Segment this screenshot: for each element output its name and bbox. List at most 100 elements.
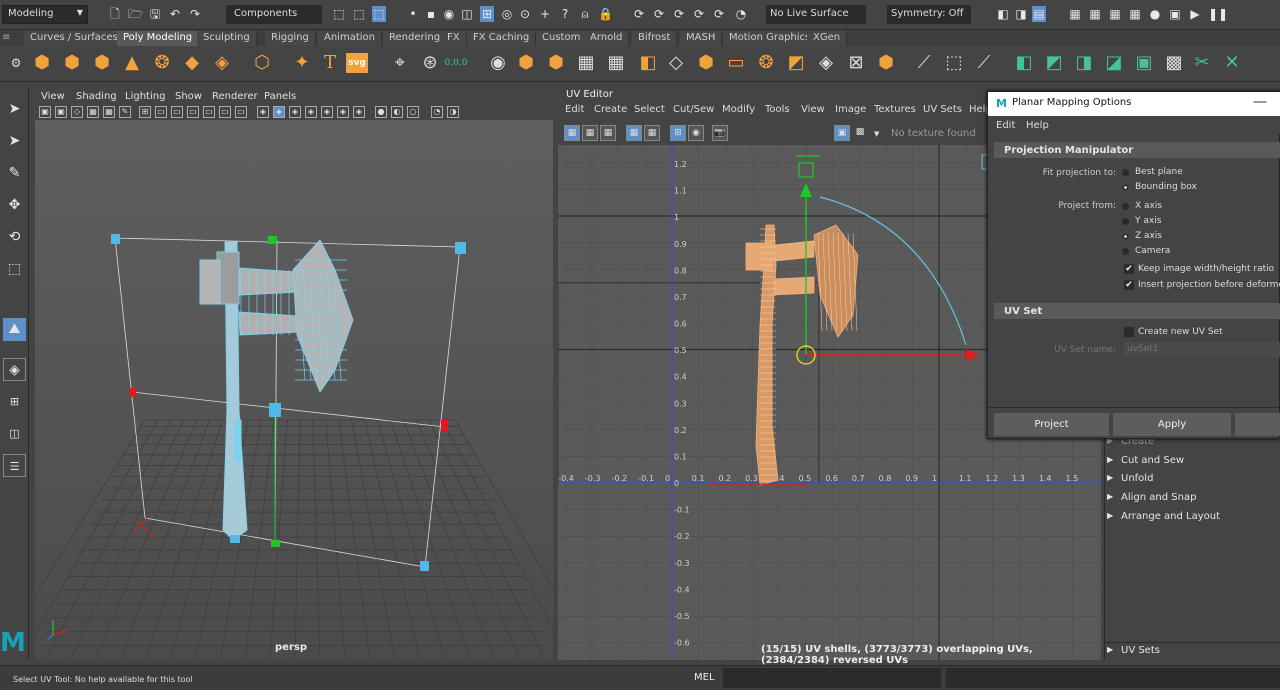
- section-unfold[interactable]: ▶ Unfold: [1107, 473, 1153, 484]
- reflection-icon[interactable]: ⟳: [692, 6, 706, 22]
- tab-rigging[interactable]: Rigging: [265, 31, 316, 46]
- component-selector[interactable]: Components: [226, 5, 322, 24]
- isolate-select-icon[interactable]: ●: [375, 106, 387, 118]
- uv-manip-v-scale-handle[interactable]: [798, 162, 814, 178]
- bounding-box-icon[interactable]: ⬚: [942, 51, 966, 75]
- snap-curve-icon[interactable]: ◎: [500, 6, 514, 22]
- uv-menu-uv-sets[interactable]: UV Sets: [923, 104, 962, 115]
- arnold-render-icon[interactable]: ▣: [1168, 6, 1182, 22]
- tab-custom[interactable]: Custom: [536, 31, 588, 46]
- section-projection-manipulator[interactable]: Projection Manipulator: [994, 142, 1280, 158]
- xray-icon[interactable]: ◐: [391, 106, 403, 118]
- render-settings-icon[interactable]: ▦: [1128, 6, 1142, 22]
- uv-spherical-icon[interactable]: ◨: [1072, 51, 1096, 75]
- resolution-gate-icon[interactable]: ▭: [171, 106, 183, 118]
- uv-menu-tools[interactable]: Tools: [765, 104, 790, 115]
- uv-move-icon[interactable]: ▦: [582, 125, 598, 141]
- uv-manip-v-arrow[interactable]: [800, 183, 812, 197]
- textured-icon[interactable]: ◈: [305, 106, 317, 118]
- manipulator-edge-handle[interactable]: [441, 420, 448, 431]
- uv-tool-icon[interactable]: ⛰: [3, 318, 26, 341]
- uv-cylindrical-icon[interactable]: ◩: [1042, 51, 1066, 75]
- xray-joints-icon[interactable]: ○: [407, 106, 419, 118]
- uv-unfold-icon[interactable]: ✂: [1190, 51, 1214, 75]
- two-pane-layout-icon[interactable]: ◫: [3, 422, 26, 445]
- merge-icon[interactable]: ▭: [724, 51, 748, 75]
- shelf-gear-icon[interactable]: ⚙: [4, 51, 28, 75]
- uv-planar-icon[interactable]: ◧: [1012, 51, 1036, 75]
- append-icon[interactable]: ◇: [664, 51, 688, 75]
- tab-fx-caching[interactable]: FX Caching: [467, 31, 537, 46]
- tab-fx[interactable]: FX: [441, 31, 467, 46]
- snap-grid-icon[interactable]: ⊞: [480, 6, 494, 22]
- open-scene-icon[interactable]: 🗁: [128, 6, 143, 22]
- symmetry-selector[interactable]: Symmetry: Off: [887, 5, 971, 24]
- manipulator-edge-handle[interactable]: [130, 388, 136, 397]
- section-align-and-snap[interactable]: ▶ Align and Snap: [1107, 492, 1196, 503]
- radio-y-axis[interactable]: [1122, 218, 1129, 225]
- viewport-menu-view[interactable]: View: [41, 91, 65, 102]
- tab-animation[interactable]: Animation: [318, 31, 382, 46]
- menu-edit[interactable]: Edit: [996, 120, 1015, 131]
- uv-display-image-icon[interactable]: ▦: [626, 125, 642, 141]
- tweak-icon[interactable]: ⟳: [712, 6, 726, 22]
- wireframe-icon[interactable]: ◈: [257, 106, 269, 118]
- viewport-menu-renderer[interactable]: Renderer: [212, 91, 258, 102]
- select-component-icon[interactable]: ⬚: [372, 6, 386, 22]
- select-object-icon[interactable]: ⬚: [352, 6, 366, 22]
- viewport-menu-show[interactable]: Show: [175, 91, 202, 102]
- radio-z-axis[interactable]: [1122, 233, 1129, 240]
- edge-mode-icon[interactable]: ▪: [424, 6, 438, 22]
- tab-rendering[interactable]: Rendering: [383, 31, 448, 46]
- poke-icon[interactable]: ⊠: [844, 51, 868, 75]
- radio-bounding-box[interactable]: [1122, 184, 1129, 191]
- poly-cone-icon[interactable]: ▲: [120, 51, 144, 75]
- poly-plane-icon[interactable]: ◆: [180, 51, 204, 75]
- menu-help[interactable]: Help: [1026, 120, 1049, 131]
- uv-menu-create[interactable]: Create: [594, 104, 627, 115]
- keep-ratio-checkbox[interactable]: ✔: [1124, 264, 1134, 274]
- select-camera-icon[interactable]: ▣: [39, 106, 51, 118]
- poly-disc-icon[interactable]: ◈: [210, 51, 234, 75]
- viewport-menu-lighting[interactable]: Lighting: [125, 91, 165, 102]
- section-cut-and-sew[interactable]: ▶ Cut and Sew: [1107, 455, 1184, 466]
- field-chart-icon[interactable]: ▭: [203, 106, 215, 118]
- tab-sculpting[interactable]: Sculpting: [197, 31, 257, 46]
- uv-snapshot-icon[interactable]: 📷: [712, 125, 728, 141]
- fill-hole-icon[interactable]: ⬢: [694, 51, 718, 75]
- section-arrange-and-layout[interactable]: ▶ Arrange and Layout: [1107, 511, 1220, 522]
- section-uv-sets[interactable]: ▶ UV Sets: [1107, 645, 1160, 656]
- uv-toolkit-toggle-icon[interactable]: ▦: [564, 125, 580, 141]
- coordinate-icon[interactable]: 0,0,0: [444, 51, 468, 75]
- snap-point-icon[interactable]: ⊙: [518, 6, 532, 22]
- ambient-occlusion-icon[interactable]: ◈: [353, 106, 365, 118]
- snap-view-icon[interactable]: +: [538, 6, 552, 22]
- viewport-menu-panels[interactable]: Panels: [264, 91, 296, 102]
- two-d-pan-icon[interactable]: ▦: [103, 106, 115, 118]
- lasso-icon[interactable]: ⟳: [632, 6, 646, 22]
- manipulator-corner-handle[interactable]: [111, 234, 120, 244]
- undo-icon[interactable]: ↶: [168, 6, 182, 22]
- select-tool-icon[interactable]: ➤: [3, 98, 26, 121]
- single-pane-layout-icon[interactable]: ◈: [3, 358, 26, 381]
- history-icon[interactable]: ◔: [734, 6, 748, 22]
- uv-manip-u-arrow[interactable]: [966, 349, 980, 361]
- manipulator-edge-handle[interactable]: [268, 236, 277, 244]
- outliner-layout-icon[interactable]: ☰: [3, 454, 26, 477]
- multi-cut-icon[interactable]: ❂: [754, 51, 778, 75]
- axe-mesh[interactable]: [199, 239, 354, 541]
- superellipse-icon[interactable]: ✦: [290, 51, 314, 75]
- uv-camera-icon[interactable]: ▣: [1132, 51, 1156, 75]
- tab-motion-graphics[interactable]: Motion Graphics: [723, 31, 818, 46]
- poly-cube-icon[interactable]: ⬢: [60, 51, 84, 75]
- exposure-icon[interactable]: ◔: [431, 106, 443, 118]
- bevel-icon[interactable]: ⌖: [388, 51, 412, 75]
- command-line-input[interactable]: [723, 668, 941, 688]
- render-frame-icon[interactable]: ▦: [1088, 6, 1102, 22]
- chevron-down-icon[interactable]: ▼: [874, 130, 879, 138]
- smooth-shade-icon[interactable]: ◈: [273, 106, 285, 118]
- save-scene-icon[interactable]: 🖫: [148, 6, 162, 22]
- sidebar-toggle-icon[interactable]: ◧: [996, 6, 1010, 22]
- uv-cut-icon[interactable]: ✕: [1220, 51, 1244, 75]
- checker-icon[interactable]: ▩: [852, 125, 868, 141]
